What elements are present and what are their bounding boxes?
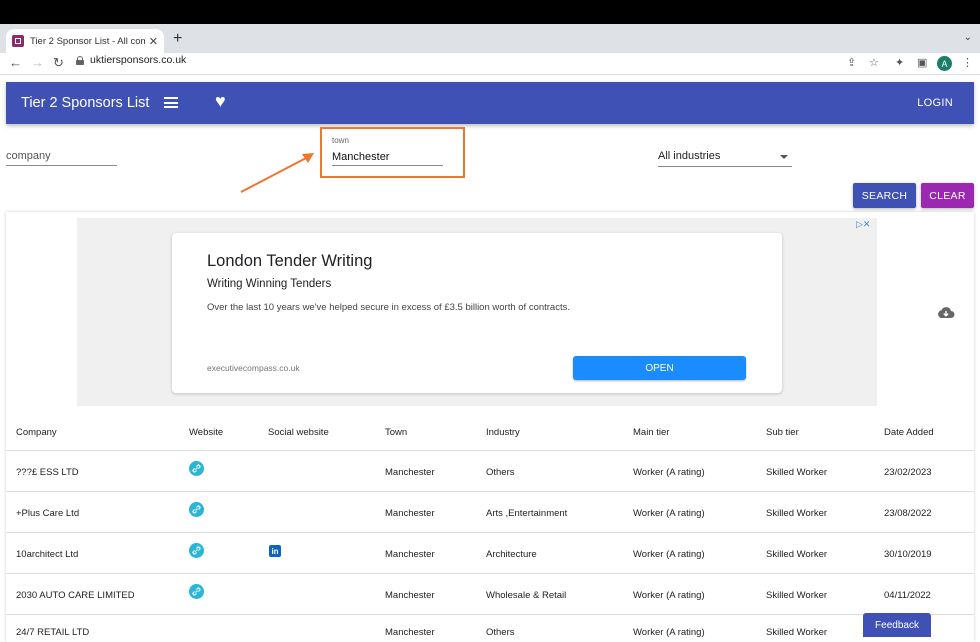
- ad-description: Over the last 10 years we've helped secu…: [207, 302, 570, 313]
- website-link-icon[interactable]: [189, 584, 204, 599]
- app-header: Tier 2 Sponsors List ♥ LOGIN: [6, 82, 974, 124]
- table-row[interactable]: 24/7 RETAIL LTD Manchester Others Worker…: [6, 615, 974, 638]
- cell-sub-tier: Skilled Worker: [766, 508, 828, 519]
- cell-main-tier: Worker (A rating): [633, 590, 705, 601]
- col-industry[interactable]: Industry: [486, 427, 520, 438]
- cell-industry: Arts ,Entertainment: [486, 508, 568, 519]
- search-button[interactable]: SEARCH: [853, 183, 916, 208]
- cell-town: Manchester: [385, 467, 435, 478]
- cell-sub-tier: Skilled Worker: [766, 590, 828, 601]
- company-input[interactable]: company: [6, 150, 117, 166]
- cell-main-tier: Worker (A rating): [633, 467, 705, 478]
- cell-company: 2030 AUTO CARE LIMITED: [16, 590, 135, 601]
- cell-town: Manchester: [385, 508, 435, 519]
- website-link-icon[interactable]: [189, 461, 204, 476]
- table-row[interactable]: 2030 AUTO CARE LIMITED Manchester Wholes…: [6, 574, 974, 615]
- browser-tab[interactable]: Tier 2 Sponsor List - All compa ✕: [6, 29, 164, 53]
- side-panel-icon[interactable]: ▣: [917, 56, 927, 69]
- cell-town: Manchester: [385, 590, 435, 601]
- col-date-added[interactable]: Date Added: [884, 427, 934, 438]
- table-header: Company Website Social website Town Indu…: [6, 413, 974, 451]
- table-row[interactable]: +Plus Care Ltd Manchester Arts ,Entertai…: [6, 492, 974, 533]
- cell-main-tier: Worker (A rating): [633, 627, 705, 638]
- tab-search-chevron-icon[interactable]: ⌄: [964, 32, 972, 43]
- ad-title[interactable]: London Tender Writing: [207, 252, 372, 271]
- cell-industry: Others: [486, 467, 515, 478]
- ad-card[interactable]: London Tender Writing Writing Winning Te…: [172, 233, 782, 393]
- industry-selected-value: All industries: [658, 150, 721, 162]
- col-sub-tier[interactable]: Sub tier: [766, 427, 799, 438]
- forward-icon[interactable]: →: [31, 55, 44, 70]
- menu-kebab-icon[interactable]: ⋮: [962, 56, 973, 69]
- table-row[interactable]: ???£ ESS LTD Manchester Others Worker (A…: [6, 451, 974, 492]
- cell-company: +Plus Care Ltd: [16, 508, 80, 519]
- col-company[interactable]: Company: [16, 427, 57, 438]
- back-icon[interactable]: ←: [9, 55, 22, 70]
- cell-sub-tier: Skilled Worker: [766, 549, 828, 560]
- cell-industry: Others: [486, 627, 515, 638]
- website-link-icon[interactable]: [189, 543, 204, 558]
- tab-close-icon[interactable]: ✕: [149, 35, 158, 48]
- cell-town: Manchester: [385, 627, 435, 638]
- app-title[interactable]: Tier 2 Sponsors List: [21, 95, 149, 111]
- cell-company: ???£ ESS LTD: [16, 467, 79, 478]
- cell-date-added: 23/08/2022: [884, 508, 932, 519]
- ad-domain[interactable]: executivecompass.co.uk: [207, 363, 300, 373]
- share-icon[interactable]: ⇪: [847, 56, 856, 69]
- feedback-button[interactable]: Feedback: [863, 613, 931, 637]
- cell-main-tier: Worker (A rating): [633, 549, 705, 560]
- dropdown-caret-icon: [780, 155, 788, 159]
- website-link-icon[interactable]: [189, 502, 204, 517]
- table-row[interactable]: 10architect Ltd in Manchester Architectu…: [6, 533, 974, 574]
- cloud-download-icon[interactable]: [937, 306, 955, 320]
- col-town[interactable]: Town: [385, 427, 407, 438]
- cell-town: Manchester: [385, 549, 435, 560]
- adchoices-icon[interactable]: ▷✕: [856, 219, 870, 230]
- tab-strip: Tier 2 Sponsor List - All compa ✕ + ⌄: [0, 24, 980, 53]
- cell-main-tier: Worker (A rating): [633, 508, 705, 519]
- favorites-heart-icon[interactable]: ♥: [215, 91, 226, 112]
- new-tab-button[interactable]: +: [173, 30, 182, 48]
- ad-subtitle: Writing Winning Tenders: [207, 278, 332, 290]
- screen-top-bar: [0, 0, 980, 24]
- cell-sub-tier: Skilled Worker: [766, 627, 828, 638]
- cell-sub-tier: Skilled Worker: [766, 467, 828, 478]
- lock-icon: [76, 55, 84, 65]
- town-input[interactable]: [332, 149, 443, 166]
- annotation-arrow: [240, 153, 314, 193]
- reload-icon[interactable]: ↻: [53, 55, 64, 71]
- profile-avatar[interactable]: A: [937, 56, 952, 71]
- town-label: town: [332, 136, 349, 145]
- clear-button[interactable]: CLEAR: [921, 183, 974, 208]
- address-bar[interactable]: uktiersponsors.co.uk: [76, 54, 186, 66]
- col-main-tier[interactable]: Main tier: [633, 427, 669, 438]
- hamburger-menu-icon[interactable]: [164, 97, 178, 108]
- industry-select[interactable]: All industries: [658, 150, 792, 167]
- bookmark-star-icon[interactable]: ☆: [869, 56, 879, 69]
- site-favicon-icon: [12, 35, 24, 47]
- ad-open-button[interactable]: OPEN: [573, 356, 746, 380]
- tab-title: Tier 2 Sponsor List - All compa: [30, 35, 145, 47]
- cell-industry: Wholesale & Retail: [486, 590, 567, 601]
- linkedin-icon[interactable]: in: [269, 545, 281, 557]
- cell-date-added: 23/02/2023: [884, 467, 932, 478]
- cell-date-added: 30/10/2019: [884, 549, 932, 560]
- col-website[interactable]: Website: [189, 427, 223, 438]
- url-text: uktiersponsors.co.uk: [90, 54, 187, 66]
- login-button[interactable]: LOGIN: [917, 97, 953, 109]
- cell-industry: Architecture: [486, 549, 537, 560]
- browser-toolbar: ← → ↻ uktiersponsors.co.uk ⇪ ☆ ✦ ▣ ⋮: [0, 53, 980, 75]
- cell-company: 10architect Ltd: [16, 549, 79, 560]
- cell-company: 24/7 RETAIL LTD: [16, 627, 90, 638]
- col-social-website[interactable]: Social website: [268, 427, 329, 438]
- extensions-icon[interactable]: ✦: [895, 56, 904, 69]
- cell-date-added: 04/11/2022: [884, 590, 931, 601]
